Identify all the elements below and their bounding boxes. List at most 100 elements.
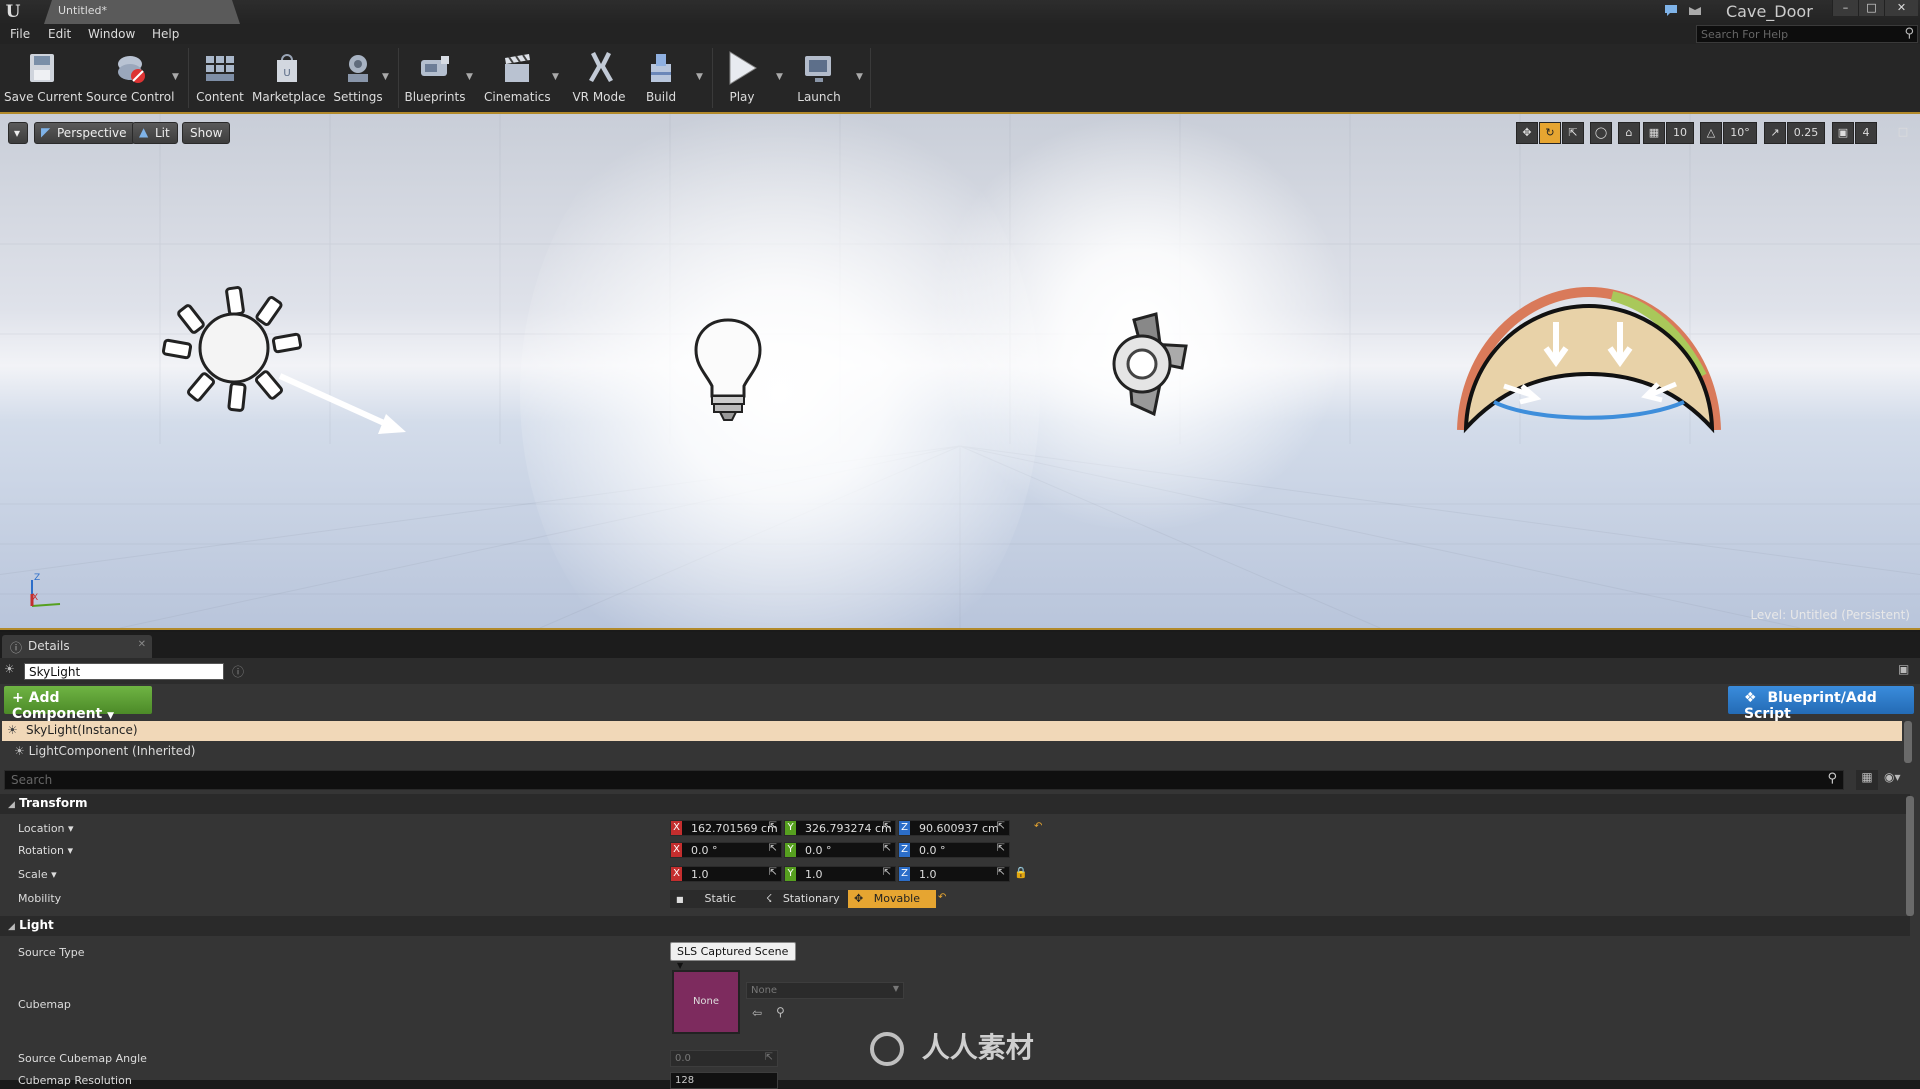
- blueprint-add-script-button[interactable]: ❖ Blueprint/Add Script: [1728, 686, 1914, 722]
- save-icon: [30, 54, 54, 82]
- mobility-static-button[interactable]: ■ Static: [670, 890, 760, 908]
- light-component-icon: ☀: [14, 744, 25, 758]
- cubemap-thumbnail[interactable]: None: [672, 970, 740, 1034]
- viewport-options-button[interactable]: ▾: [8, 122, 28, 144]
- rotation-label[interactable]: Rotation ▾: [18, 844, 73, 857]
- lock-icon[interactable]: ▣: [1898, 662, 1909, 676]
- menu-help[interactable]: Help: [152, 27, 179, 41]
- scale-label[interactable]: Scale ▾: [18, 868, 57, 881]
- scale-x-field[interactable]: X 1.0 ⇱: [670, 866, 782, 882]
- launch-button[interactable]: Launch: [792, 48, 846, 108]
- source-cubemap-angle-field[interactable]: 0.0 ⇱: [670, 1050, 778, 1067]
- perspective-button[interactable]: ◤ Perspective: [34, 122, 135, 144]
- point-light-icon[interactable]: [692, 316, 764, 426]
- actor-name-input[interactable]: SkyLight: [24, 663, 224, 680]
- camera-speed-icon[interactable]: ▣: [1832, 122, 1854, 144]
- level-viewport[interactable]: Z X ▾ ◤ Perspective ▲ Lit Show ✥ ↻ ⇱ ◯ ⌂…: [0, 112, 1920, 630]
- menu-window[interactable]: Window: [88, 27, 135, 41]
- notification-icon[interactable]: [1664, 4, 1678, 17]
- details-search-input[interactable]: Search ⚲: [4, 770, 1844, 790]
- scale-icon[interactable]: ⇱: [1562, 122, 1584, 144]
- close-tab-icon[interactable]: ✕: [138, 639, 146, 650]
- rotate-icon[interactable]: ↻: [1539, 122, 1561, 144]
- cubemap-asset-picker[interactable]: None ▼: [746, 982, 904, 999]
- view-options-eye-icon[interactable]: ◉▾: [1884, 770, 1912, 790]
- details-scrollbar[interactable]: [1906, 796, 1914, 916]
- level-tab[interactable]: Untitled*: [44, 0, 240, 24]
- blueprints-icon: [421, 56, 449, 76]
- show-button[interactable]: Show: [182, 122, 231, 144]
- transform-category[interactable]: ◢ Transform: [0, 794, 1910, 814]
- rotation-snap-icon[interactable]: △: [1700, 122, 1722, 144]
- source-type-dropdown[interactable]: SLS Captured Scene ▼: [670, 942, 796, 970]
- maximize-button[interactable]: □: [1858, 0, 1884, 16]
- scale-snap-value[interactable]: 0.25: [1787, 122, 1825, 144]
- minimize-button[interactable]: –: [1832, 0, 1858, 16]
- location-z-field[interactable]: Z 90.600937 cm ⇱: [898, 820, 1010, 836]
- static-icon: ■: [676, 895, 684, 904]
- lit-button[interactable]: ▲ Lit: [132, 122, 178, 144]
- cinematics-button[interactable]: Cinematics: [484, 48, 551, 108]
- settings-dropdown-icon[interactable]: ▼: [382, 72, 389, 82]
- mail-icon[interactable]: [1688, 4, 1702, 17]
- grid-snap-value[interactable]: 10: [1666, 122, 1694, 144]
- light-category[interactable]: ◢ Light: [0, 916, 1910, 936]
- source-control-button[interactable]: Source Control: [86, 48, 174, 108]
- browse-search-icon[interactable]: ⚲: [776, 1005, 785, 1019]
- grid-snap-icon[interactable]: ▦: [1643, 122, 1665, 144]
- blueprints-dropdown-icon[interactable]: ▼: [466, 72, 473, 82]
- main-toolbar: Save Current Source Control ▼ Content U …: [0, 44, 1920, 112]
- mobility-movable-button[interactable]: ✥ Movable: [848, 890, 936, 908]
- sky-light-icon[interactable]: [1454, 262, 1724, 442]
- tab-details[interactable]: ⓘ Details ✕: [2, 635, 152, 658]
- rotation-snap-value[interactable]: 10°: [1723, 122, 1757, 144]
- component-tree-scrollbar[interactable]: [1904, 721, 1912, 763]
- maximize-viewport-icon[interactable]: □: [1894, 122, 1912, 144]
- reset-to-default-icon[interactable]: ↶: [1034, 821, 1042, 832]
- cinematics-dropdown-icon[interactable]: ▼: [552, 72, 559, 82]
- scale-snap-icon[interactable]: ↗: [1764, 122, 1786, 144]
- content-button[interactable]: Content: [192, 48, 248, 108]
- use-selected-arrow-icon[interactable]: ⇦: [752, 1006, 762, 1020]
- build-dropdown-icon[interactable]: ▼: [696, 72, 703, 82]
- translate-icon[interactable]: ✥: [1516, 122, 1538, 144]
- menu-file[interactable]: File: [10, 27, 30, 41]
- camera-speed-value[interactable]: 4: [1855, 122, 1877, 144]
- cubemap-resolution-field[interactable]: 128: [670, 1072, 778, 1089]
- component-instance-row[interactable]: ☀ SkyLight(Instance): [2, 721, 1902, 741]
- launch-dropdown-icon[interactable]: ▼: [856, 72, 863, 82]
- rotation-z-field[interactable]: Z 0.0 ° ⇱: [898, 842, 1010, 858]
- menu-edit[interactable]: Edit: [48, 27, 71, 41]
- mobility-stationary-button[interactable]: ☇ Stationary: [760, 890, 848, 908]
- add-component-button[interactable]: + Add Component ▼: [4, 686, 152, 722]
- help-search-input[interactable]: Search For Help ⚲: [1696, 25, 1918, 43]
- help-icon[interactable]: ⓘ: [232, 663, 244, 680]
- component-inherited-row[interactable]: ☀ LightComponent (Inherited): [14, 744, 196, 758]
- play-label: Play: [729, 90, 755, 104]
- save-current-button[interactable]: Save Current: [4, 48, 82, 108]
- lock-scale-icon[interactable]: 🔒: [1014, 866, 1028, 879]
- reset-to-default-icon[interactable]: ↶: [938, 892, 946, 903]
- rotation-y-field[interactable]: Y 0.0 ° ⇱: [784, 842, 896, 858]
- scale-z-field[interactable]: Z 1.0 ⇱: [898, 866, 1010, 882]
- location-x-field[interactable]: X 162.701569 cm ⇱: [670, 820, 782, 836]
- location-label[interactable]: Location ▾: [18, 822, 74, 835]
- play-button[interactable]: Play: [716, 48, 768, 108]
- rotation-x-field[interactable]: X 0.0 ° ⇱: [670, 842, 782, 858]
- directional-light-icon[interactable]: [150, 286, 420, 446]
- location-y-field[interactable]: Y 326.793274 cm ⇱: [784, 820, 896, 836]
- component-inherited-label: LightComponent (Inherited): [28, 744, 196, 758]
- scale-y-field[interactable]: Y 1.0 ⇱: [784, 866, 896, 882]
- marketplace-button[interactable]: U Marketplace: [252, 48, 326, 108]
- play-dropdown-icon[interactable]: ▼: [776, 72, 783, 82]
- property-matrix-icon[interactable]: ▦: [1856, 770, 1878, 790]
- source-control-dropdown-icon[interactable]: ▼: [172, 72, 179, 82]
- world-local-icon[interactable]: ◯: [1590, 122, 1612, 144]
- close-button[interactable]: ✕: [1884, 0, 1918, 16]
- vr-mode-button[interactable]: VR Mode: [566, 48, 632, 108]
- surface-snap-icon[interactable]: ⌂: [1618, 122, 1640, 144]
- spot-light-icon[interactable]: [1090, 310, 1200, 420]
- build-button[interactable]: Build: [636, 48, 686, 108]
- settings-button[interactable]: Settings: [326, 48, 390, 108]
- blueprints-button[interactable]: Blueprints: [402, 48, 468, 108]
